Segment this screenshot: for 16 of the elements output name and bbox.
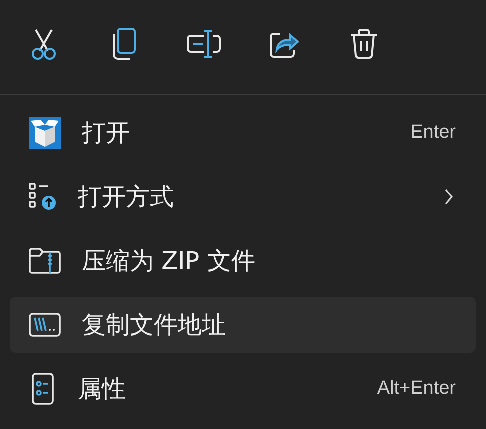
path-icon bbox=[28, 312, 62, 338]
menu-item-label: 打开方式 bbox=[78, 182, 175, 213]
menu-item[interactable]: 复制文件地址 bbox=[10, 297, 476, 353]
shortcut-text: Alt+Enter bbox=[377, 378, 456, 400]
menu-item[interactable]: 打开 Enter bbox=[10, 101, 476, 165]
app-list-icon bbox=[28, 182, 58, 212]
menu-item-label: 打开 bbox=[82, 118, 131, 149]
menu-item-label: 属性 bbox=[78, 374, 127, 405]
menu-item[interactable]: 属性 Alt+Enter bbox=[10, 357, 476, 421]
menu-item-label: 复制文件地址 bbox=[82, 310, 227, 341]
menu-item[interactable]: 压缩为 ZIP 文件 bbox=[10, 229, 476, 293]
menu-item-label: 压缩为 ZIP 文件 bbox=[82, 246, 256, 277]
box-icon bbox=[28, 116, 62, 150]
menu-item[interactable]: 打开方式 bbox=[10, 165, 476, 229]
shortcut-text: Enter bbox=[410, 122, 456, 144]
zip-folder-icon bbox=[28, 246, 62, 276]
